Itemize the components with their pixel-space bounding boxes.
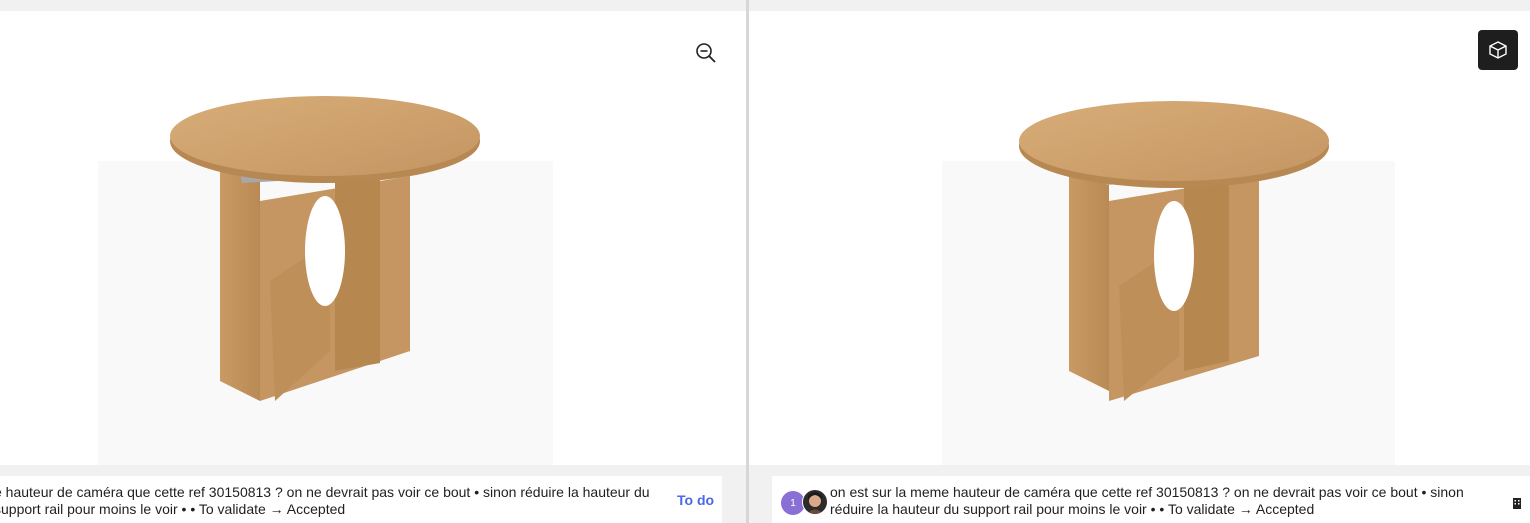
right-comment-text: on est sur la meme hauteur de caméra que… (830, 484, 1464, 517)
left-comment-bar: e hauteur de caméra que cette ref 301508… (0, 476, 722, 523)
left-image-panel (0, 11, 746, 465)
status-todo-link[interactable]: To do (677, 492, 714, 509)
building-icon-wrapper[interactable] (1512, 496, 1522, 509)
top-strip (0, 0, 1530, 11)
left-comment-text: e hauteur de caméra que cette ref 301508… (0, 484, 650, 517)
user-photo-icon (807, 492, 823, 514)
right-table-render (1019, 101, 1329, 401)
building-icon (1513, 498, 1521, 509)
right-comment-bar: 1 on est sur la meme hauteur de caméra q… (772, 476, 1530, 523)
zoom-out-icon (696, 43, 716, 63)
zoom-out-button[interactable] (692, 39, 720, 67)
avatar[interactable] (802, 489, 828, 515)
right-image-panel (749, 11, 1530, 465)
cube-icon (1489, 41, 1507, 59)
left-table-render (170, 96, 480, 401)
view-3d-button[interactable] (1478, 30, 1518, 70)
